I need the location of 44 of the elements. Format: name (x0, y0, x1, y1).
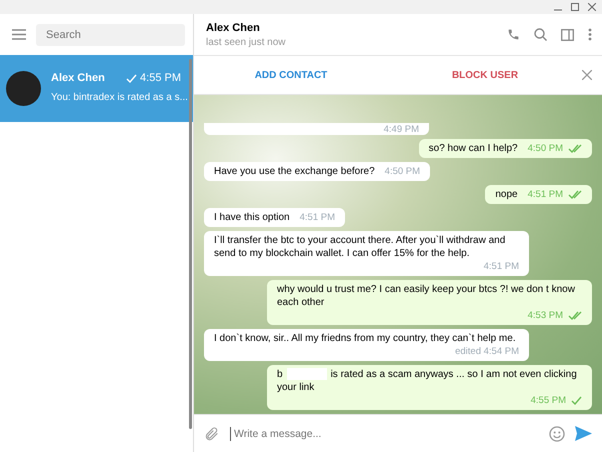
scrollbar[interactable] (189, 59, 192, 429)
message-time: 4:53 PM (528, 309, 563, 322)
double-check-icon (568, 190, 582, 199)
message-text: I don`t know, sir.. All my friedns from my country, they can`t help me. (214, 332, 517, 345)
emoji-icon[interactable] (549, 426, 565, 442)
contact-name: Alex Chen (51, 72, 105, 84)
avatar (6, 71, 41, 106)
message-time: 4:50 PM (384, 165, 420, 178)
chat-list-item[interactable]: Alex Chen 4:55 PM You: bintradex is rated as a s... (0, 55, 193, 122)
maximize-icon[interactable] (571, 3, 579, 11)
message-time: 4:51 PM (300, 211, 335, 224)
add-contact-button[interactable]: ADD CONTACT (194, 68, 388, 82)
message-time: 4:51 PM (484, 260, 519, 273)
block-user-button[interactable]: BLOCK USER (388, 68, 582, 82)
close-icon[interactable] (588, 3, 596, 11)
search-field[interactable]: Search (36, 24, 185, 46)
check-icon (126, 74, 138, 82)
message-time: 4:50 PM (528, 142, 563, 155)
message-text: I`ll transfer the btc to your account there. After you`ll withdraw and send to my blockchain wallet. I can offer 15% for the help. (214, 234, 506, 260)
double-check-icon (568, 144, 582, 153)
side-panel-icon[interactable] (561, 28, 574, 40)
paperclip-icon[interactable] (204, 426, 220, 442)
message-text: so? how can I help? (428, 142, 518, 155)
last-seen-status: last seen just now (206, 36, 286, 48)
message-text: b is rated as a scam anyways ... so I am not even clicking your link (277, 368, 578, 394)
chat-title: Alex Chen (206, 22, 261, 34)
more-options-icon[interactable] (588, 28, 592, 41)
menu-icon[interactable] (12, 29, 26, 40)
message-time: 4:55 PM (140, 72, 181, 84)
phone-icon[interactable] (507, 28, 520, 41)
close-icon[interactable] (582, 70, 592, 80)
double-check-icon (568, 311, 582, 320)
message-time: 4:51 PM (528, 188, 563, 201)
message-time: 4:49 PM (384, 122, 419, 136)
message-text: I have this option (214, 211, 290, 224)
check-icon (571, 396, 582, 405)
message-time: edited 4:54 PM (455, 345, 519, 358)
message-time: 4:55 PM (530, 394, 566, 407)
message-text: why would u trust me? I can easily keep your btcs ?! we don t know each other (277, 283, 576, 309)
message-preview: You: bintradex is rated as a s... (51, 91, 188, 105)
message-text: nope (495, 188, 518, 201)
search-icon[interactable] (534, 28, 547, 41)
message-text: Have you use the exchange before? (214, 165, 375, 178)
send-icon[interactable] (575, 426, 592, 441)
